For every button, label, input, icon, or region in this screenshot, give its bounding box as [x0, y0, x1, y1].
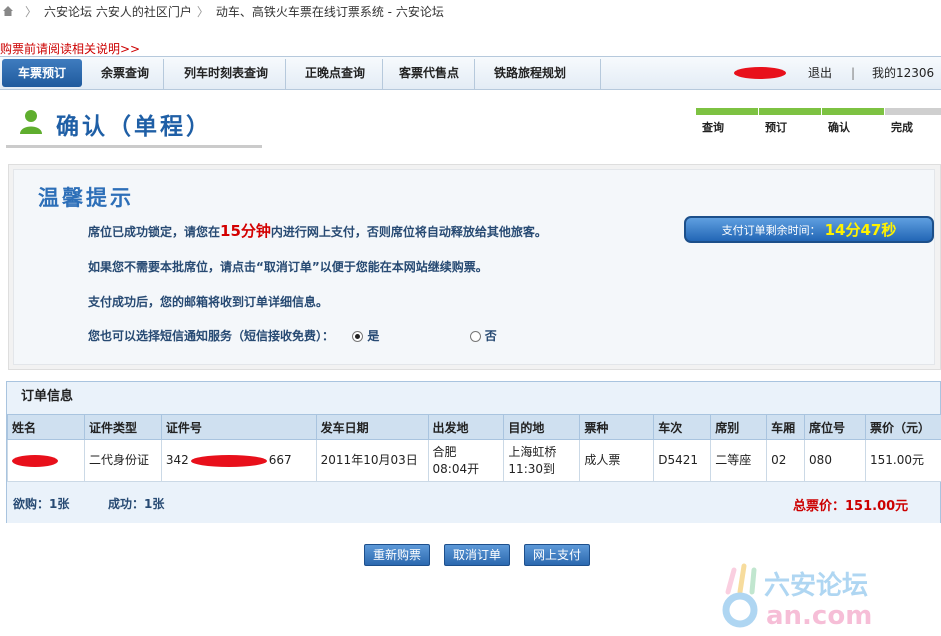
sms-yes-radio[interactable]: [352, 331, 364, 342]
breadcrumb-separator: 〉: [196, 4, 209, 19]
title-underline: [6, 145, 262, 148]
col-seat-class: 席别: [710, 414, 768, 440]
success-count: 成功：1张: [108, 497, 165, 511]
payment-countdown: 支付订单剩余时间： 14分47秒: [684, 216, 934, 243]
svg-text:an.com: an.com: [766, 601, 872, 631]
tip-lock-message: 席位已成功锁定，请您在15分钟内进行网上支付，否则席位将自动释放给其他旅客。: [88, 222, 547, 240]
cancel-order-button[interactable]: 取消订单: [444, 544, 510, 566]
cell-car: 02: [766, 439, 806, 482]
col-name: 姓名: [7, 414, 85, 440]
breadcrumb-separator: 〉: [25, 4, 38, 19]
rebook-button[interactable]: 重新购票: [364, 544, 430, 566]
sms-no-radio[interactable]: [469, 331, 481, 342]
col-from: 出发地: [427, 414, 505, 440]
cell-from: 合肥 08:04开: [427, 439, 505, 482]
tip-cancel-message: 如果您不需要本批席位，请点击“取消订单”以便于您能在本网站继续购票。: [88, 260, 488, 274]
purchase-notice-link[interactable]: 购票前请阅读相关说明>>: [0, 40, 140, 57]
user-icon: [20, 110, 42, 134]
col-car: 车厢: [766, 414, 806, 440]
nav-divider: |: [851, 66, 856, 80]
col-to: 目的地: [503, 414, 581, 440]
cell-to: 上海虹桥 11:30到: [503, 439, 581, 482]
order-info-panel: 订单信息 姓名 证件类型 证件号 发车日期 出发地 目的地 票种 车次 席别 车…: [6, 381, 941, 523]
step-book: 预订: [759, 108, 821, 135]
top-nav: 车票预订 余票查询 列车时刻表查询 正晚点查询 客票代售点 铁路旅程规划 退出 …: [0, 56, 941, 90]
table-row: 二代身份证 342 667 2011年10月03日 合肥 08:04开 上海虹桥 11…: [7, 439, 941, 482]
cell-id-type: 二代身份证: [83, 439, 162, 482]
forum-watermark-logo: 六安论坛 an.com: [722, 563, 872, 631]
breadcrumb-item-page[interactable]: 动车、高铁火车票在线订票系统 - 六安论坛: [216, 3, 444, 20]
svg-text:六安论坛: 六安论坛: [764, 571, 868, 601]
step-query: 查询: [696, 108, 758, 135]
breadcrumb-item-forum[interactable]: 六安论坛 六安人的社区门户: [44, 3, 192, 20]
cell-seat-no: 080: [804, 439, 866, 482]
col-ticket-type: 票种: [579, 414, 655, 440]
cell-name: [7, 439, 85, 482]
nav-tab-timetable[interactable]: 列车时刻表查询: [170, 59, 282, 87]
tip-email-message: 支付成功后，您的邮箱将收到订单详细信息。: [88, 295, 329, 309]
col-id-type: 证件类型: [83, 414, 162, 440]
cell-price: 151.00元: [864, 439, 941, 482]
home-icon[interactable]: [2, 5, 14, 17]
online-payment-button[interactable]: 网上支付: [524, 544, 590, 566]
order-table: 姓名 证件类型 证件号 发车日期 出发地 目的地 票种 车次 席别 车厢 席位号…: [7, 414, 941, 482]
nav-tab-booking[interactable]: 车票预订: [2, 59, 82, 87]
order-summary: 欲购：1张 成功：1张 总票价：151.00元: [7, 483, 940, 523]
countdown-value: 14分47秒: [824, 221, 897, 239]
table-header-row: 姓名 证件类型 证件号 发车日期 出发地 目的地 票种 车次 席别 车厢 席位号…: [7, 414, 941, 440]
redacted-name: [12, 454, 58, 467]
sms-no-option[interactable]: 否: [469, 329, 497, 343]
tips-title: 温馨提示: [38, 186, 134, 210]
nav-tab-route-planning[interactable]: 铁路旅程规划: [480, 59, 580, 87]
tip-sms-message: 您也可以选择短信通知服务（短信接收免费）： 是 否: [88, 329, 497, 343]
logout-link[interactable]: 退出: [808, 59, 832, 87]
sms-yes-option[interactable]: 是: [352, 329, 379, 343]
breadcrumb: 〉 六安论坛 六安人的社区门户 〉 动车、高铁火车票在线订票系统 - 六安论坛: [0, 0, 941, 22]
redacted-username: [734, 67, 786, 79]
col-seat-no: 席位号: [804, 414, 866, 440]
step-confirm: 确认: [822, 108, 884, 135]
wanted-count: 欲购：1张: [13, 497, 70, 511]
col-train: 车次: [653, 414, 712, 440]
redacted-id-number: [190, 454, 267, 467]
cell-train: D5421: [653, 439, 712, 482]
cell-ticket-type: 成人票: [579, 439, 655, 482]
time-limit-highlight: 15分钟: [220, 222, 271, 240]
tips-panel: 温馨提示 席位已成功锁定，请您在15分钟内进行网上支付，否则席位将自动释放给其他…: [8, 164, 941, 370]
page-title: 确认（单程）: [56, 114, 212, 140]
cell-date: 2011年10月03日: [315, 439, 429, 482]
col-id-number: 证件号: [160, 414, 317, 440]
nav-tab-agents[interactable]: 客票代售点: [388, 59, 470, 87]
my12306-link[interactable]: 我的12306: [872, 59, 934, 87]
nav-tab-delay-query[interactable]: 正晚点查询: [292, 59, 378, 87]
nav-tab-remaining-tickets[interactable]: 余票查询: [90, 59, 160, 87]
cell-seat-class: 二等座: [710, 439, 768, 482]
cell-id-number: 342 667: [160, 439, 317, 482]
step-complete: 完成: [885, 108, 941, 135]
order-info-title: 订单信息: [21, 389, 74, 404]
col-date: 发车日期: [315, 414, 429, 440]
total-price: 总票价：151.00元: [793, 499, 909, 514]
col-price: 票价（元）: [864, 414, 941, 440]
